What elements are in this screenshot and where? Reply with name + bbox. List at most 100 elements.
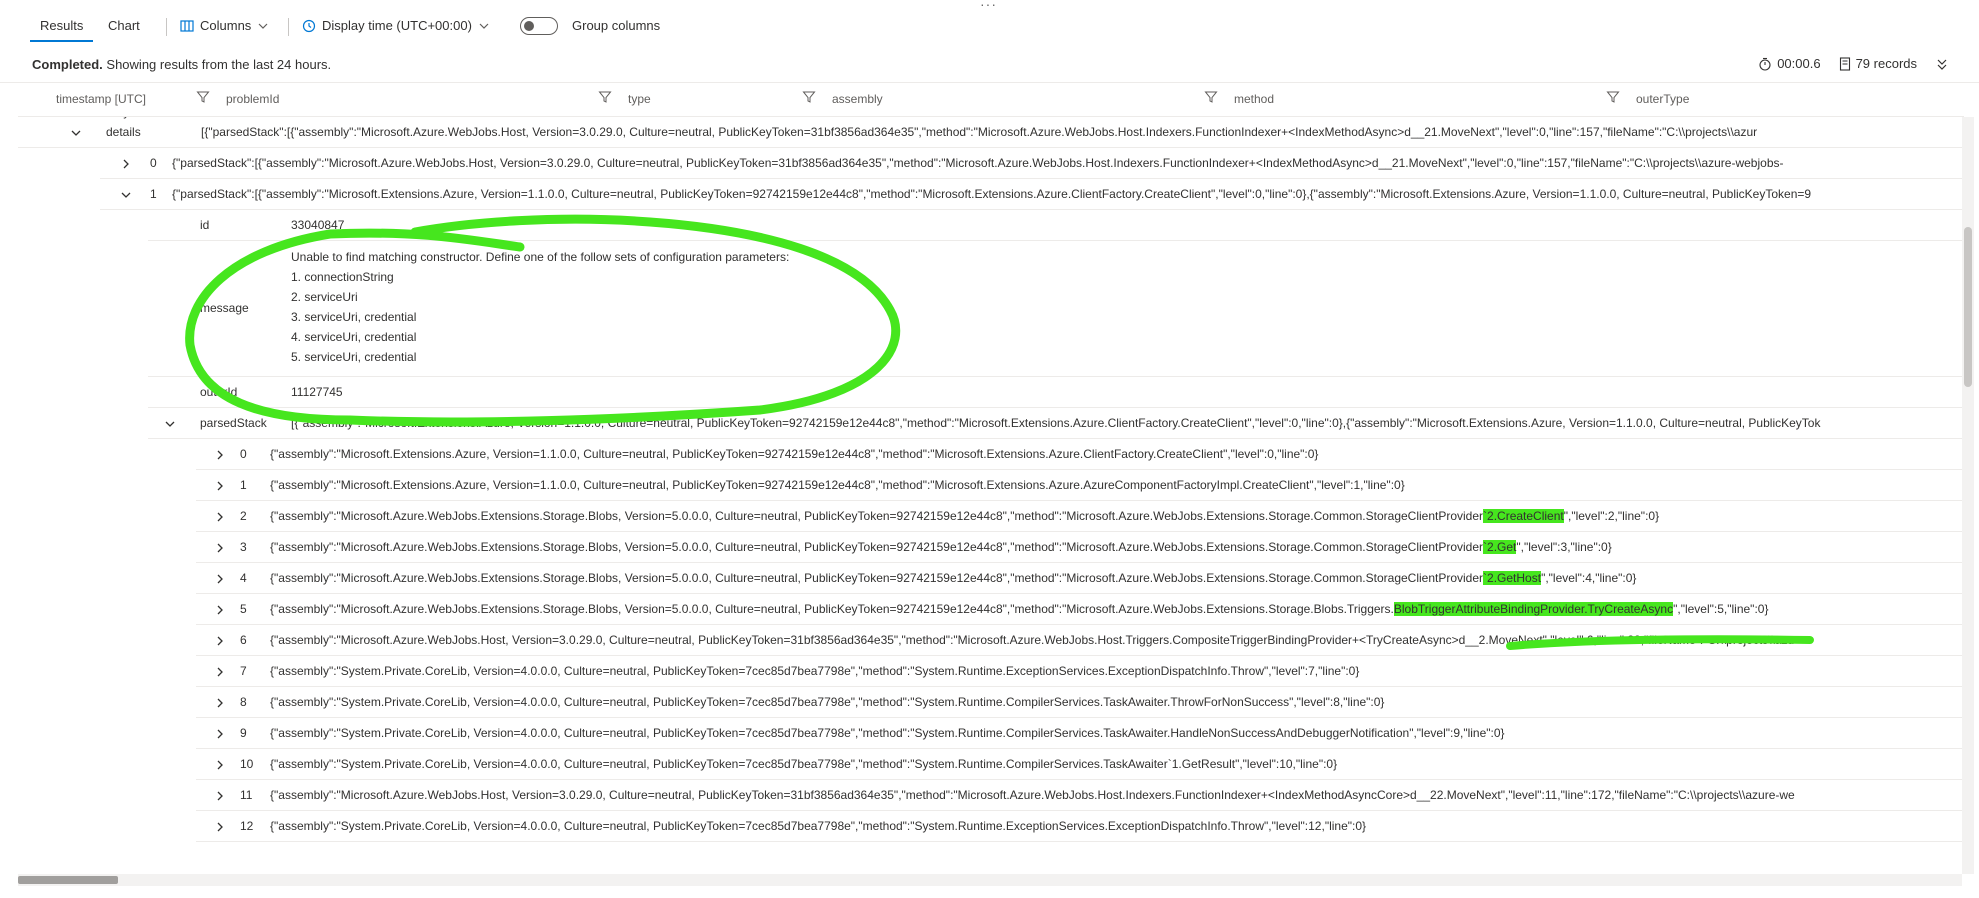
table-row-details-1[interactable]: 1 {"parsedStack":[{"assembly":"Microsoft…	[100, 179, 1964, 210]
collapse-icon[interactable]	[1935, 57, 1949, 71]
table-row[interactable]: 10 {"assembly":"System.Private.CoreLib, V…	[196, 749, 1964, 780]
status-bar: Completed. Showing results from the last…	[0, 50, 1979, 83]
highlighted-text: `2.Get	[1483, 540, 1517, 554]
row-value: 33040847	[291, 218, 345, 232]
chevron-right-icon[interactable]	[214, 780, 226, 810]
column-label: problemId	[226, 92, 280, 106]
duration: 00:00.6	[1758, 56, 1821, 71]
table-row-details-0[interactable]: 0 {"parsedStack":[{"assembly":"Microsoft…	[100, 148, 1964, 179]
highlighted-text: `2.GetHost	[1483, 571, 1542, 585]
row-value-text: {"assembly":"System.Private.CoreLib, Ver…	[270, 819, 1367, 833]
row-key: parsedStack	[200, 416, 267, 430]
column-header-timestamp[interactable]: timestamp [UTC]	[56, 92, 146, 106]
scrollbar-thumb[interactable]	[18, 876, 118, 884]
chevron-right-icon[interactable]	[214, 501, 226, 531]
chevron-down-icon	[479, 23, 489, 29]
row-value-text: {"assembly":"Microsoft.Extensions.Azure,…	[270, 478, 1405, 492]
chevron-right-icon[interactable]	[214, 594, 226, 624]
chevron-right-icon[interactable]	[214, 687, 226, 717]
funnel-icon[interactable]	[598, 90, 612, 104]
column-header-assembly[interactable]: assembly	[832, 92, 883, 106]
table-row[interactable]: 11 {"assembly":"Microsoft.Azure.WebJobs.H…	[196, 780, 1964, 811]
horizontal-scrollbar[interactable]	[18, 874, 1962, 886]
row-index: 12	[240, 819, 254, 833]
row-value: [{"assembly":"Microsoft.Extensions.Azure…	[291, 416, 1821, 430]
record-count-value: 79 records	[1855, 56, 1917, 71]
table-row-outerid: outerId 11127745	[148, 377, 1964, 408]
table-row[interactable]: 4 {"assembly":"Microsoft.Azure.WebJobs.Ex…	[196, 563, 1964, 594]
funnel-icon[interactable]	[802, 90, 816, 104]
chevron-down-icon[interactable]	[164, 408, 176, 438]
chevron-right-icon[interactable]	[214, 656, 226, 686]
chevron-right-icon[interactable]	[214, 625, 226, 655]
row-value: {"assembly":"System.Private.CoreLib, Ver…	[270, 656, 1359, 686]
funnel-icon[interactable]	[1204, 90, 1218, 104]
vertical-scrollbar[interactable]	[1962, 117, 1974, 874]
resize-grip[interactable]: ···	[980, 0, 997, 12]
column-header-type[interactable]: type	[628, 92, 651, 106]
chevron-right-icon[interactable]	[214, 532, 226, 562]
chevron-right-icon[interactable]	[214, 563, 226, 593]
row-value-text: ","level":5,"line":0}	[1673, 602, 1769, 616]
chevron-right-icon[interactable]	[214, 470, 226, 500]
display-time-dropdown[interactable]: Display time (UTC+00:00)	[302, 12, 490, 40]
row-value: {"assembly":"Microsoft.Azure.WebJobs.Ext…	[270, 501, 1659, 531]
row-index: 2	[240, 509, 247, 523]
column-header-problemid[interactable]: problemId	[226, 92, 279, 106]
funnel-icon[interactable]	[1606, 90, 1620, 104]
duration-value: 00:00.6	[1777, 56, 1821, 71]
table-row[interactable]: 7 {"assembly":"System.Private.CoreLib, Ve…	[196, 656, 1964, 687]
row-value: {"assembly":"System.Private.CoreLib, Ver…	[270, 718, 1505, 748]
row-value: {"assembly":"Microsoft.Azure.WebJobs.Ext…	[270, 532, 1612, 562]
columns-button[interactable]: Columns	[180, 12, 269, 40]
group-columns-toggle[interactable]: Group columns	[520, 12, 660, 40]
clock-icon	[302, 19, 316, 33]
chevron-right-icon[interactable]	[214, 439, 226, 469]
table-row[interactable]: 8 {"assembly":"System.Private.CoreLib, Ve…	[196, 687, 1964, 718]
message-text: Unable to find matching constructor. Def…	[291, 247, 789, 367]
row-index: 10	[240, 757, 254, 771]
table-row-parsedstack[interactable]: parsedStack [{"assembly":"Microsoft.Exte…	[148, 408, 1964, 439]
row-value-text: {"assembly":"Microsoft.Azure.WebJobs.Hos…	[270, 633, 1795, 647]
row-value: {"assembly":"System.Private.CoreLib, Ver…	[270, 749, 1337, 779]
table-row[interactable]: 12 {"assembly":"System.Private.CoreLib, V…	[196, 811, 1964, 842]
row-index: 6	[240, 633, 247, 647]
table-row[interactable]: 6 {"assembly":"Microsoft.Azure.WebJobs.Ho…	[196, 625, 1964, 656]
funnel-icon[interactable]	[196, 90, 210, 104]
chevron-down-icon	[258, 23, 268, 29]
table-row-details[interactable]: details [{"parsedStack":[{"assembly":"Mi…	[18, 117, 1964, 148]
chevron-down-icon[interactable]	[120, 179, 132, 209]
table-row[interactable]: 5 {"assembly":"Microsoft.Azure.WebJobs.Ex…	[196, 594, 1964, 625]
table-row[interactable]: 2 {"assembly":"Microsoft.Azure.WebJobs.Ex…	[196, 501, 1964, 532]
row-value-text: ","level":3,"line":0}	[1516, 540, 1612, 554]
column-label: assembly	[832, 92, 883, 106]
chevron-right-icon[interactable]	[214, 749, 226, 779]
table-row[interactable]: 1 {"assembly":"Microsoft.Extensions.Azure…	[196, 470, 1964, 501]
row-value-text: {"assembly":"System.Private.CoreLib, Ver…	[270, 726, 1505, 740]
row-value: {"assembly":"Microsoft.Azure.WebJobs.Hos…	[270, 780, 1795, 810]
scrollbar-thumb[interactable]	[1964, 227, 1972, 387]
toolbar-divider	[288, 18, 289, 36]
column-header-method[interactable]: method	[1234, 92, 1274, 106]
row-value: [{"parsedStack":[{"assembly":"Microsoft.…	[201, 125, 1758, 139]
table-row[interactable]: 9 {"assembly":"System.Private.CoreLib, Ve…	[196, 718, 1964, 749]
table-row[interactable]: 0 {"assembly":"Microsoft.Extensions.Azure…	[196, 439, 1964, 470]
row-value: {"assembly":"Microsoft.Azure.WebJobs.Hos…	[270, 625, 1794, 655]
row-key: outerId	[200, 385, 238, 399]
column-header-outertype[interactable]: outerType	[1636, 92, 1689, 106]
chevron-down-icon[interactable]	[70, 117, 82, 147]
column-label: method	[1234, 92, 1275, 106]
row-value: {"parsedStack":[{"assembly":"Microsoft.A…	[172, 156, 1784, 170]
chevron-right-icon[interactable]	[214, 718, 226, 748]
tab-chart[interactable]: Chart	[98, 12, 150, 40]
timer-icon	[1759, 57, 1771, 71]
tab-results[interactable]: Results	[30, 12, 94, 42]
chevron-right-icon[interactable]	[214, 811, 226, 841]
toggle-switch[interactable]	[520, 17, 558, 35]
row-index: 11	[240, 788, 253, 802]
row-value-text: {"assembly":"Microsoft.Azure.WebJobs.Ext…	[270, 509, 1484, 523]
table-row[interactable]: 3 {"assembly":"Microsoft.Azure.WebJobs.Ex…	[196, 532, 1964, 563]
row-value: {"assembly":"Microsoft.Extensions.Azure,…	[270, 470, 1405, 500]
chevron-right-icon[interactable]	[120, 148, 132, 178]
row-value: {"assembly":"Microsoft.Azure.WebJobs.Ext…	[270, 563, 1636, 593]
